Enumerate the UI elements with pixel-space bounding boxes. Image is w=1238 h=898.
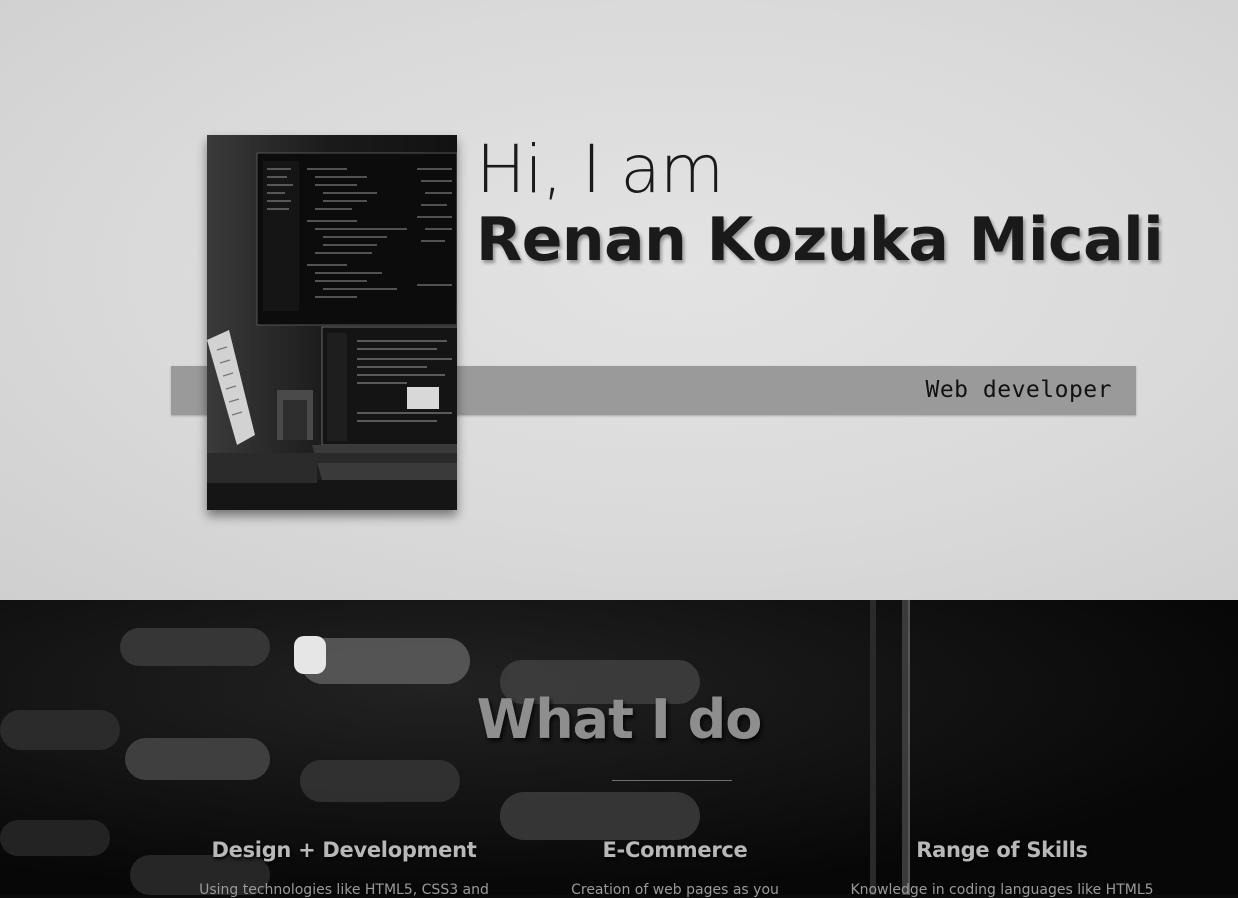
service-title-ecommerce: E-Commerce: [602, 838, 748, 862]
service-title-skills: Range of Skills: [916, 838, 1088, 862]
hero-greeting: Hi, I am: [476, 131, 724, 208]
service-text-ecommerce: Creation of web pages as you: [571, 882, 779, 898]
hero-name: Renan Kozuka Micali: [476, 205, 1164, 275]
profile-photo: [207, 135, 457, 510]
hero-section: Web developer Hi, I am Renan Kozuka Mica…: [0, 0, 1238, 600]
service-title-design: Design + Development: [211, 838, 477, 862]
service-text-skills: Knowledge in coding languages like HTML5: [850, 882, 1154, 898]
service-text-design: Using technologies like HTML5, CSS3 and: [199, 882, 489, 898]
title-divider: [612, 780, 732, 781]
section-title: What I do: [476, 688, 763, 751]
role-text: Web developer: [925, 377, 1112, 403]
